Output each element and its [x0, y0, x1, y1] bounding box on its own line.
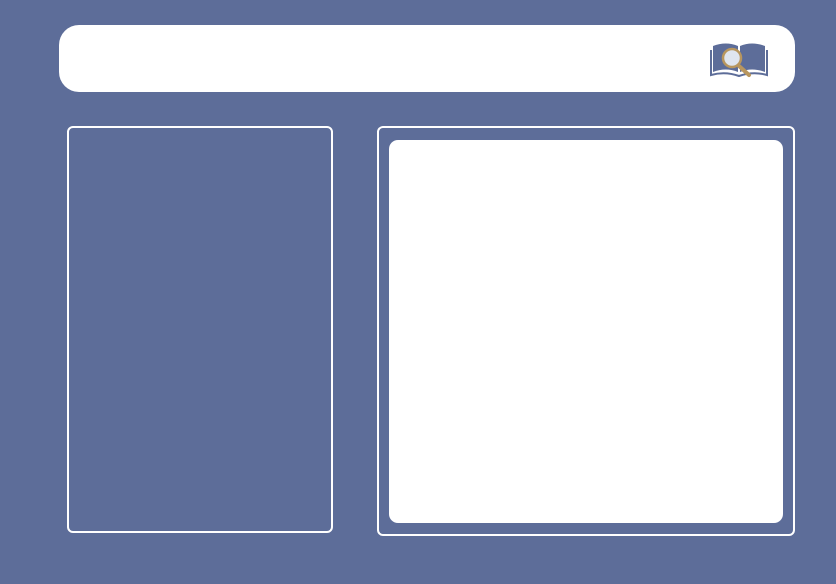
right-panel	[377, 126, 795, 536]
book-search-icon[interactable]	[710, 36, 768, 80]
page	[0, 0, 836, 584]
book-search-icon-graphic	[710, 43, 768, 78]
left-panel	[67, 126, 333, 533]
right-panel-content	[389, 140, 783, 523]
magnifier-lens	[721, 47, 743, 69]
header-bar	[59, 25, 795, 92]
